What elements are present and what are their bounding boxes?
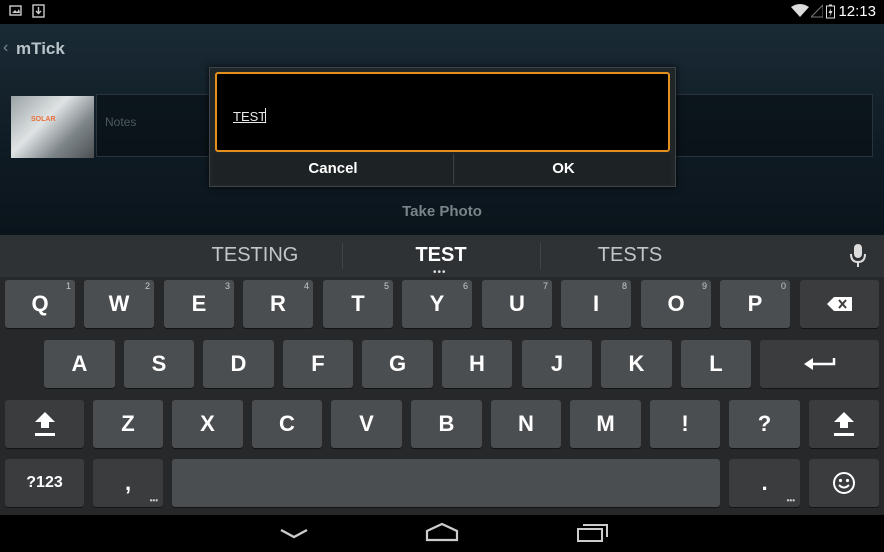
comma-key[interactable]: , ••• [93, 459, 163, 507]
key-t[interactable]: T5 [323, 280, 393, 328]
soft-keyboard: TESTING TEST ••• TESTS Q1 W2 E3 R4 T5 Y6… [0, 235, 884, 515]
key-hint: 3 [224, 281, 230, 291]
key-o[interactable]: O9 [641, 280, 711, 328]
key-question[interactable]: ? [729, 400, 800, 448]
hide-keyboard-icon[interactable] [279, 527, 309, 545]
home-icon[interactable] [425, 522, 459, 547]
text-cursor [265, 108, 266, 123]
signal-icon [809, 3, 824, 23]
key-w[interactable]: W2 [84, 280, 154, 328]
suggestion-strip: TESTING TEST ••• TESTS [0, 235, 884, 278]
key-d[interactable]: D [203, 340, 274, 388]
key-y[interactable]: Y6 [402, 280, 472, 328]
key-label: . [761, 470, 768, 495]
recent-apps-icon[interactable] [577, 522, 609, 547]
key-label: I [592, 291, 600, 316]
backspace-key[interactable] [800, 280, 879, 328]
key-hint: 5 [383, 281, 389, 291]
key-label: Q [31, 291, 49, 316]
key-z[interactable]: Z [93, 400, 163, 448]
smiley-icon [833, 472, 855, 494]
ok-button[interactable]: OK [456, 154, 671, 184]
dialog-input-value: TEST [233, 109, 267, 124]
take-photo-button[interactable]: Take Photo [0, 203, 884, 220]
key-hint: 0 [780, 281, 786, 291]
key-l[interactable]: L [681, 340, 751, 388]
key-x[interactable]: X [172, 400, 243, 448]
key-label: , [124, 470, 132, 495]
key-h[interactable]: H [442, 340, 512, 388]
more-suggestions-dots: ••• [433, 267, 447, 278]
key-r[interactable]: R4 [243, 280, 313, 328]
emoji-key[interactable] [809, 459, 879, 507]
key-hint: 7 [542, 281, 548, 291]
key-n[interactable]: N [491, 400, 561, 448]
key-i[interactable]: I8 [561, 280, 631, 328]
period-key[interactable]: . ••• [729, 459, 800, 507]
dialog-text-input[interactable]: TEST [215, 72, 670, 152]
key-more-dots: ••• [786, 496, 795, 505]
notes-placeholder: Notes [105, 115, 137, 129]
navigation-bar [0, 515, 884, 552]
enter-icon [803, 358, 835, 370]
key-j[interactable]: J [522, 340, 592, 388]
key-e[interactable]: E3 [164, 280, 234, 328]
key-label: Y [429, 291, 445, 316]
cancel-button[interactable]: Cancel [213, 154, 454, 184]
clock: 12:13 [838, 3, 876, 20]
key-g[interactable]: G [362, 340, 433, 388]
key-label: P [747, 291, 763, 316]
shift-icon [834, 412, 854, 436]
shift-key-left[interactable] [5, 400, 84, 448]
suggestion-divider [540, 243, 541, 269]
wifi-icon [791, 4, 809, 23]
key-label: W [108, 291, 130, 316]
key-hint: 4 [303, 281, 309, 291]
battery-icon [826, 4, 835, 24]
key-hint: 1 [65, 281, 71, 291]
key-a[interactable]: A [44, 340, 115, 388]
suggestion-item[interactable]: TESTS [545, 244, 715, 267]
key-q[interactable]: Q1 [5, 280, 75, 328]
photo-logo-text: SOLAR [31, 116, 56, 123]
app-title[interactable]: mTick [16, 39, 65, 59]
key-exclamation[interactable]: ! [650, 400, 720, 448]
key-k[interactable]: K [601, 340, 672, 388]
shift-icon [34, 412, 55, 436]
text-input-dialog: TEST Cancel OK [209, 67, 676, 187]
back-chevron-icon[interactable]: ‹ [3, 39, 8, 57]
key-hint: 2 [144, 281, 150, 291]
key-v[interactable]: V [331, 400, 402, 448]
microphone-icon[interactable] [850, 244, 866, 273]
key-hint: 6 [462, 281, 468, 291]
key-b[interactable]: B [411, 400, 482, 448]
status-bar: 12:13 [0, 0, 884, 24]
key-label: T [351, 291, 365, 316]
key-more-dots: ••• [149, 496, 158, 505]
photo-thumbnail[interactable]: SOLAR [11, 96, 94, 158]
space-key[interactable] [172, 459, 720, 507]
suggestion-item-primary[interactable]: TEST [343, 244, 539, 267]
suggestion-item[interactable]: TESTING [170, 244, 340, 267]
key-m[interactable]: M [570, 400, 641, 448]
key-hint: 9 [701, 281, 707, 291]
key-label: U [509, 291, 525, 316]
key-f[interactable]: F [283, 340, 353, 388]
screenshot-notification-icon [9, 4, 22, 22]
shift-key-right[interactable] [809, 400, 879, 448]
download-notification-icon [32, 4, 45, 23]
backspace-icon [826, 297, 852, 311]
key-label: R [270, 291, 286, 316]
key-label: O [667, 291, 685, 316]
key-u[interactable]: U7 [482, 280, 552, 328]
key-p[interactable]: P0 [720, 280, 790, 328]
enter-key[interactable] [760, 340, 879, 388]
key-hint: 8 [621, 281, 627, 291]
symbols-key[interactable]: ?123 [5, 459, 84, 507]
key-c[interactable]: C [252, 400, 322, 448]
key-label: E [191, 291, 207, 316]
key-s[interactable]: S [124, 340, 194, 388]
